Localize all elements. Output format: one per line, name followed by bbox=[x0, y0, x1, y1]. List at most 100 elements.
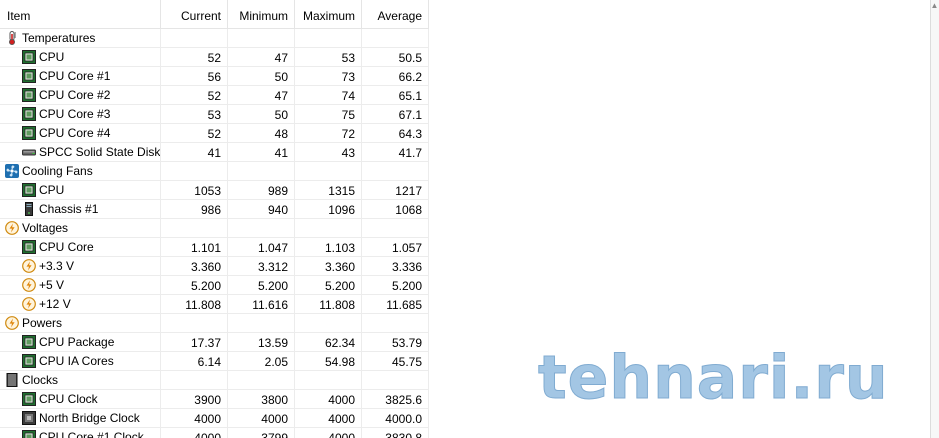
maximum-value: 62.34 bbox=[295, 333, 362, 352]
row-filler bbox=[429, 238, 926, 257]
minimum-value bbox=[228, 162, 295, 181]
group-row[interactable]: Voltages bbox=[0, 219, 939, 238]
maximum-value: 1315 bbox=[295, 181, 362, 200]
item-cell: Clocks bbox=[0, 371, 161, 390]
table-row[interactable]: CPU Core #1 Clock 4000 3799 4000 3830.8 bbox=[0, 428, 939, 438]
average-value: 1217 bbox=[362, 181, 429, 200]
minimum-value: 50 bbox=[228, 67, 295, 86]
row-filler bbox=[429, 143, 926, 162]
average-value: 1068 bbox=[362, 200, 429, 219]
table-row[interactable]: +5 V 5.200 5.200 5.200 5.200 bbox=[0, 276, 939, 295]
table-row[interactable]: SPCC Solid State Disk 41 41 43 41.7 bbox=[0, 143, 939, 162]
chassis-icon bbox=[22, 202, 36, 216]
row-filler bbox=[429, 276, 926, 295]
current-value bbox=[161, 314, 228, 333]
minimum-value: 989 bbox=[228, 181, 295, 200]
vertical-scrollbar[interactable]: ▲ bbox=[930, 0, 939, 438]
bolt-icon bbox=[22, 259, 36, 273]
column-header-current[interactable]: Current bbox=[161, 0, 228, 29]
current-value: 5.200 bbox=[161, 276, 228, 295]
item-cell: Voltages bbox=[0, 219, 161, 238]
minimum-value bbox=[228, 314, 295, 333]
table-row[interactable]: CPU 1053 989 1315 1217 bbox=[0, 181, 939, 200]
column-header-item[interactable]: Item bbox=[0, 0, 161, 29]
column-header-minimum[interactable]: Minimum bbox=[228, 0, 295, 29]
item-cell: Cooling Fans bbox=[0, 162, 161, 181]
average-value: 50.5 bbox=[362, 48, 429, 67]
item-cell: CPU IA Cores bbox=[0, 352, 161, 371]
table-row[interactable]: CPU Core #3 53 50 75 67.1 bbox=[0, 105, 939, 124]
row-filler bbox=[429, 257, 926, 276]
average-value: 3.336 bbox=[362, 257, 429, 276]
current-value: 4000 bbox=[161, 409, 228, 428]
sensor-label: CPU Core #2 bbox=[39, 88, 111, 102]
chip-icon bbox=[22, 50, 36, 64]
average-value bbox=[362, 219, 429, 238]
group-row[interactable]: Powers bbox=[0, 314, 939, 333]
group-row[interactable]: Cooling Fans bbox=[0, 162, 939, 181]
average-value: 65.1 bbox=[362, 86, 429, 105]
current-value: 1053 bbox=[161, 181, 228, 200]
item-cell: CPU Core #4 bbox=[0, 124, 161, 143]
chip-icon bbox=[22, 107, 36, 121]
maximum-value: 11.808 bbox=[295, 295, 362, 314]
average-value: 41.7 bbox=[362, 143, 429, 162]
average-value: 1.057 bbox=[362, 238, 429, 257]
current-value: 17.37 bbox=[161, 333, 228, 352]
maximum-value bbox=[295, 29, 362, 48]
bolt-icon bbox=[5, 316, 19, 330]
bolt-icon bbox=[5, 221, 19, 235]
current-value: 41 bbox=[161, 143, 228, 162]
minimum-value: 3800 bbox=[228, 390, 295, 409]
sensor-label: CPU bbox=[39, 183, 65, 197]
item-cell: Powers bbox=[0, 314, 161, 333]
current-value: 52 bbox=[161, 86, 228, 105]
item-cell: CPU Core #1 Clock bbox=[0, 428, 161, 438]
current-value: 986 bbox=[161, 200, 228, 219]
average-value bbox=[362, 371, 429, 390]
maximum-value: 1096 bbox=[295, 200, 362, 219]
minimum-value bbox=[228, 219, 295, 238]
current-value: 52 bbox=[161, 124, 228, 143]
watermark: tehnari.ru bbox=[538, 343, 889, 414]
average-value bbox=[362, 314, 429, 333]
chip-icon bbox=[22, 240, 36, 254]
item-cell: CPU bbox=[0, 181, 161, 200]
row-filler bbox=[429, 162, 926, 181]
sensor-label: CPU bbox=[39, 50, 65, 64]
table-row[interactable]: CPU 52 47 53 50.5 bbox=[0, 48, 939, 67]
row-filler bbox=[429, 67, 926, 86]
current-value: 3.360 bbox=[161, 257, 228, 276]
chip-icon bbox=[22, 430, 36, 438]
minimum-value: 3.312 bbox=[228, 257, 295, 276]
table-row[interactable]: +3.3 V 3.360 3.312 3.360 3.336 bbox=[0, 257, 939, 276]
item-cell: CPU bbox=[0, 48, 161, 67]
chip-icon bbox=[22, 183, 36, 197]
average-value bbox=[362, 162, 429, 181]
sensor-label: CPU IA Cores bbox=[39, 354, 114, 368]
item-cell: CPU Core #1 bbox=[0, 67, 161, 86]
average-value bbox=[362, 29, 429, 48]
maximum-value bbox=[295, 371, 362, 390]
column-header-maximum[interactable]: Maximum bbox=[295, 0, 362, 29]
table-row[interactable]: CPU Core #2 52 47 74 65.1 bbox=[0, 86, 939, 105]
disk-icon bbox=[22, 145, 36, 159]
sensor-label: CPU Core #4 bbox=[39, 126, 111, 140]
table-row[interactable]: Chassis #1 986 940 1096 1068 bbox=[0, 200, 939, 219]
table-row[interactable]: CPU Core 1.101 1.047 1.103 1.057 bbox=[0, 238, 939, 257]
row-filler bbox=[429, 181, 926, 200]
average-value: 3830.8 bbox=[362, 428, 429, 438]
table-row[interactable]: +12 V 11.808 11.616 11.808 11.685 bbox=[0, 295, 939, 314]
group-label: Powers bbox=[22, 316, 63, 330]
column-header-average[interactable]: Average bbox=[362, 0, 429, 29]
item-cell: SPCC Solid State Disk bbox=[0, 143, 161, 162]
group-row[interactable]: Temperatures bbox=[0, 29, 939, 48]
row-filler bbox=[429, 314, 926, 333]
scroll-up-arrow-icon[interactable]: ▲ bbox=[930, 0, 939, 12]
minimum-value: 940 bbox=[228, 200, 295, 219]
current-value bbox=[161, 162, 228, 181]
maximum-value: 5.200 bbox=[295, 276, 362, 295]
table-row[interactable]: CPU Core #4 52 48 72 64.3 bbox=[0, 124, 939, 143]
row-filler bbox=[429, 295, 926, 314]
table-row[interactable]: CPU Core #1 56 50 73 66.2 bbox=[0, 67, 939, 86]
